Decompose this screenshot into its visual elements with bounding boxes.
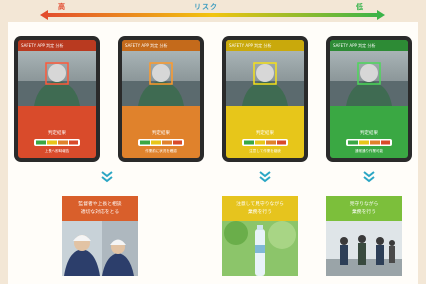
risk-scale-title: リスク — [194, 3, 218, 11]
tablet-header: SAFETY APP 判定 分析 — [226, 40, 304, 51]
workers-helmet-photo — [62, 221, 138, 276]
tablet-header: SAFETY APP 判定 分析 — [330, 40, 408, 51]
outcome-monitor: 見守りながら 業務を行う — [326, 196, 402, 276]
worker-photo — [330, 51, 408, 106]
outcome-consult: 監督者や上長と相談 適切な対応をとる — [62, 196, 138, 276]
tablet-header: SAFETY APP 判定 分析 — [122, 40, 200, 51]
risk-high-label: 高 — [58, 3, 65, 11]
risk-flow-screen: 高 リスク 低 SAFETY APP 判定 分析 判定結果 上長へ即時報告 SA… — [0, 0, 426, 284]
worker-photo — [122, 51, 200, 106]
result-title: 判定結果 — [256, 131, 274, 136]
outcome-text: 見守りながら 業務を行う — [326, 196, 402, 221]
result-note: 注意して作業を継続 — [249, 149, 281, 153]
result-note: 作業前に状況を確認 — [145, 149, 177, 153]
result-title: 判定結果 — [152, 131, 170, 136]
outcome-text: 監督者や上長と相談 適切な対応をとる — [62, 196, 138, 221]
tablet-low-risk: SAFETY APP 判定 分析 判定結果 通常通り作業可能 — [326, 36, 412, 162]
outcome-careful: 注意して見守りながら 業務を行う — [222, 196, 298, 276]
result-title: 判定結果 — [360, 131, 378, 136]
result-note: 通常通り作業可能 — [355, 149, 383, 153]
risk-meter — [138, 139, 184, 146]
walking-workers-photo — [326, 221, 402, 276]
risk-meter — [242, 139, 288, 146]
tablet-mid-low-risk: SAFETY APP 判定 分析 判定結果 注意して作業を継続 — [222, 36, 308, 162]
worker-photo — [18, 51, 96, 106]
chevron-down-icon — [259, 171, 271, 183]
risk-meter — [34, 139, 80, 146]
tablet-high-risk: SAFETY APP 判定 分析 判定結果 上長へ即時報告 — [14, 36, 100, 162]
chevron-down-icon — [101, 171, 113, 183]
tablet-header: SAFETY APP 判定 分析 — [18, 40, 96, 51]
result-title: 判定結果 — [48, 131, 66, 136]
worker-photo — [226, 51, 304, 106]
chevron-down-icon — [363, 171, 375, 183]
outcome-text: 注意して見守りながら 業務を行う — [222, 196, 298, 221]
risk-low-label: 低 — [356, 3, 363, 11]
result-note: 上長へ即時報告 — [44, 149, 70, 153]
water-bottle-photo — [222, 221, 298, 276]
risk-meter — [346, 139, 392, 146]
tablet-mid-high-risk: SAFETY APP 判定 分析 判定結果 作業前に状況を確認 — [118, 36, 204, 162]
